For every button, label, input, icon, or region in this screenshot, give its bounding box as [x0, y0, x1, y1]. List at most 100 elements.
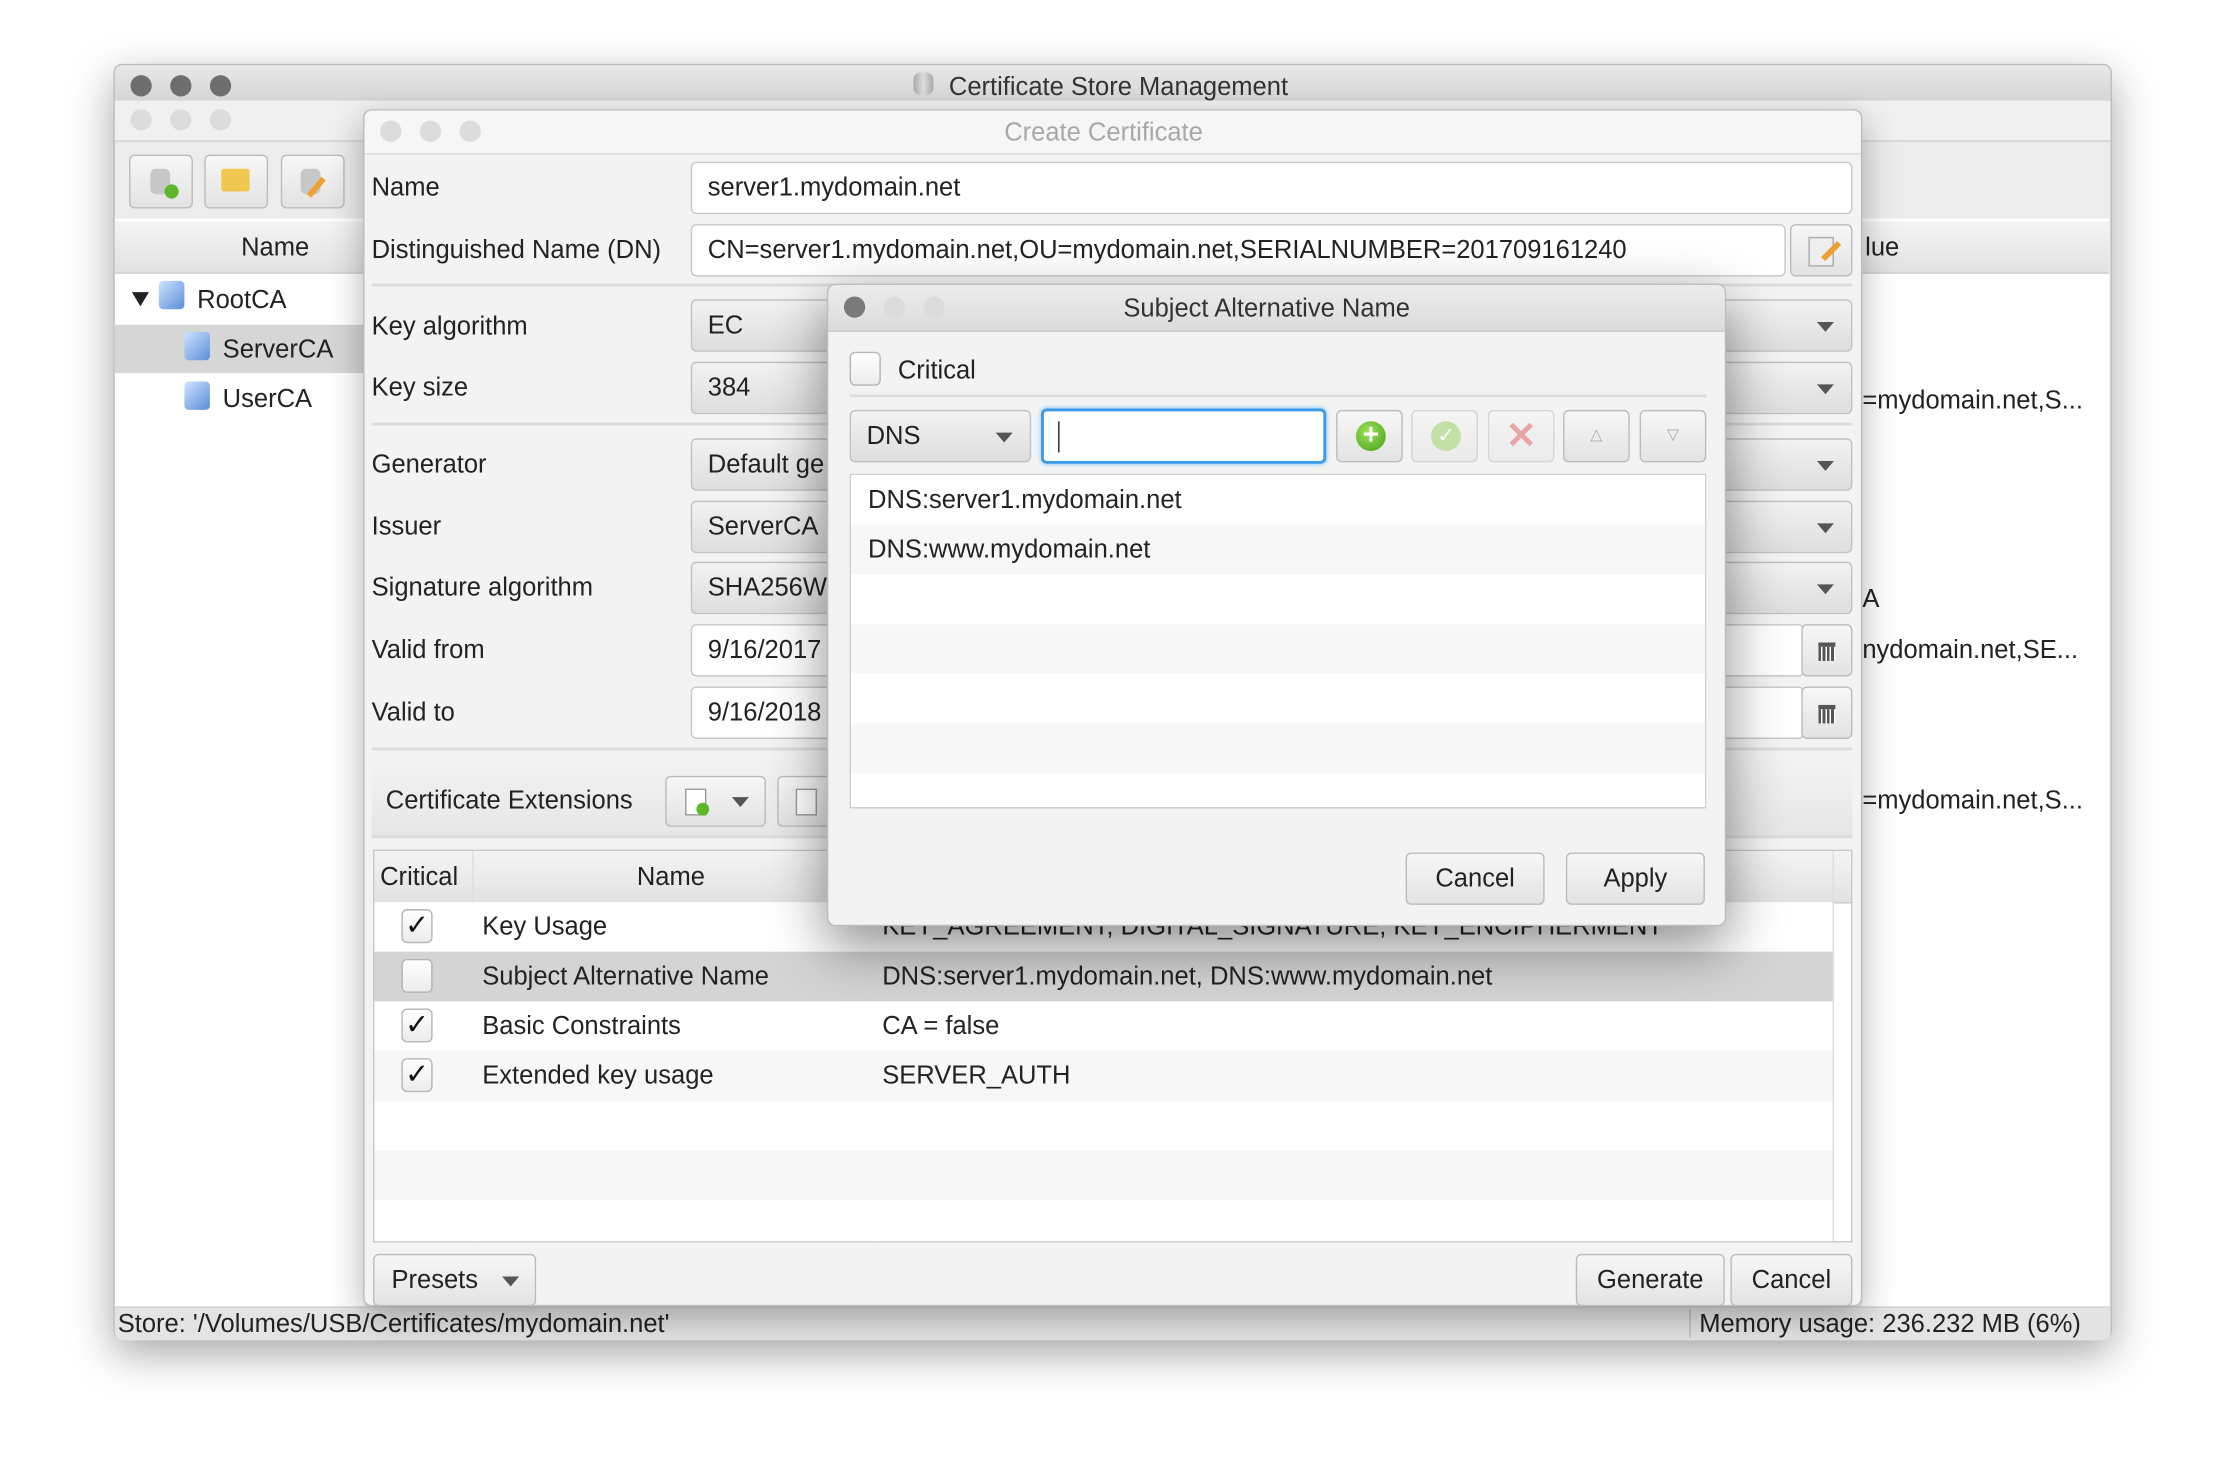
- critical-checkbox[interactable]: ✓: [401, 909, 433, 944]
- table-row[interactable]: ✓ Basic Constraints CA = false: [374, 1001, 1833, 1053]
- remove-entry-button[interactable]: ✕: [1487, 409, 1555, 463]
- main-window-title: Certificate Store Management: [948, 72, 1289, 101]
- arrow-up-icon: △: [1590, 426, 1603, 444]
- key-algorithm-value: EC: [707, 310, 744, 339]
- tree-item-userca[interactable]: UserCA: [223, 383, 312, 414]
- critical-checkbox[interactable]: ✓: [401, 1058, 433, 1093]
- calendar-icon: [1818, 642, 1836, 661]
- signature-algorithm-value: SHA256W: [707, 573, 827, 602]
- san-entry: DNS:server1.mydomain.net: [868, 485, 1182, 514]
- certificate-icon: [184, 381, 210, 410]
- value-header-label: lue: [1865, 232, 1900, 261]
- zoom-button[interactable]: [209, 75, 232, 97]
- name-type-select[interactable]: DNS: [849, 409, 1032, 463]
- extension-value: SERVER_AUTH: [882, 1060, 1071, 1090]
- chevron-down-icon: [1816, 384, 1834, 395]
- zoom-button[interactable]: [923, 296, 945, 318]
- column-header-name[interactable]: Name: [637, 861, 705, 892]
- critical-checkbox[interactable]: [401, 958, 433, 993]
- add-entry-button[interactable]: +: [1336, 409, 1403, 463]
- certificate-icon: [158, 280, 185, 310]
- list-item[interactable]: DNS:www.mydomain.net: [851, 524, 1705, 575]
- cancel-button[interactable]: Cancel: [1730, 1253, 1853, 1307]
- presets-label: Presets: [391, 1265, 479, 1294]
- close-button[interactable]: [380, 120, 402, 142]
- open-store-icon: [221, 168, 250, 192]
- dialog-title: Create Certificate: [1004, 117, 1203, 147]
- move-down-button[interactable]: ▽: [1639, 409, 1707, 463]
- valid-to-calendar-button[interactable]: [1801, 686, 1853, 739]
- san-cancel-button[interactable]: Cancel: [1405, 852, 1545, 905]
- empty-row: [374, 1100, 1833, 1152]
- edit-store-button[interactable]: [280, 154, 345, 209]
- column-header-critical[interactable]: Critical: [380, 861, 458, 892]
- tree-header[interactable]: Name: [114, 221, 365, 274]
- memory-usage-status: Memory usage: 236.232 MB (6%): [1699, 1309, 2081, 1338]
- chevron-down-icon: [995, 432, 1013, 443]
- dn-input[interactable]: CN=server1.mydomain.net,OU=mydomain.net,…: [690, 224, 1786, 277]
- critical-checkbox[interactable]: ✓: [401, 1008, 433, 1043]
- empty-row: [374, 1199, 1833, 1242]
- critical-checkbox[interactable]: [849, 351, 881, 386]
- tree-item-rootca[interactable]: RootCA: [197, 284, 286, 315]
- details-panel: [1862, 218, 2110, 1307]
- certificate-icon: [184, 331, 210, 361]
- minimize-button[interactable]: [883, 296, 905, 318]
- valid-to-label: Valid to: [371, 697, 455, 727]
- open-store-button[interactable]: [204, 154, 269, 209]
- generate-button[interactable]: Generate: [1575, 1253, 1725, 1307]
- chevron-down-icon: [1816, 523, 1834, 534]
- delete-icon: ✕: [1505, 414, 1537, 457]
- extension-value: DNS:server1.mydomain.net, DNS:www.mydoma…: [882, 961, 1493, 991]
- edit-dn-button[interactable]: [1789, 224, 1853, 277]
- zoom-button[interactable]: [459, 120, 481, 142]
- apply-button[interactable]: Apply: [1565, 852, 1705, 905]
- san-entry: DNS:www.mydomain.net: [868, 534, 1151, 564]
- tree-header-label: Name: [241, 232, 310, 261]
- plus-badge-icon: [164, 184, 179, 199]
- issuer-value: ServerCA: [707, 512, 819, 541]
- generator-value: Default ge: [707, 449, 825, 478]
- new-store-button[interactable]: [129, 154, 193, 209]
- empty-row: [851, 673, 1705, 724]
- san-value-input[interactable]: [1041, 408, 1327, 464]
- key-size-value: 384: [707, 373, 751, 402]
- inactive-zoom: [209, 109, 232, 131]
- key-algorithm-label: Key algorithm: [371, 312, 528, 341]
- close-button[interactable]: [843, 296, 866, 318]
- empty-row: [374, 1150, 1833, 1202]
- extension-name: Subject Alternative Name: [482, 961, 769, 991]
- chevron-down-icon: [731, 797, 749, 808]
- value-header[interactable]: lue: [1862, 221, 2110, 274]
- value-cell: =mydomain.net,S...: [1862, 785, 2083, 815]
- name-label: Name: [371, 173, 440, 202]
- tree-item-serverca[interactable]: ServerCA: [223, 333, 334, 364]
- column-divider: [1832, 851, 1834, 1242]
- presets-button[interactable]: Presets: [373, 1253, 537, 1307]
- calendar-icon: [1818, 704, 1836, 724]
- dn-label: Distinguished Name (DN): [371, 235, 662, 264]
- valid-from-calendar-button[interactable]: [1801, 624, 1853, 677]
- close-button[interactable]: [130, 75, 152, 97]
- subject-alternative-name-dialog: Subject Alternative Name Critical DNS + …: [826, 283, 1727, 927]
- san-dialog-title: Subject Alternative Name: [1123, 293, 1411, 322]
- table-row[interactable]: ✓ Extended key usage SERVER_AUTH: [374, 1051, 1833, 1103]
- key-size-label: Key size: [371, 373, 469, 402]
- table-row[interactable]: Subject Alternative Name DNS:server1.mydo…: [374, 951, 1833, 1003]
- list-item[interactable]: DNS:server1.mydomain.net: [851, 475, 1705, 525]
- empty-row: [851, 574, 1705, 625]
- minimize-button[interactable]: [419, 120, 442, 142]
- name-input[interactable]: server1.mydomain.net: [690, 161, 1853, 215]
- value-cell: A: [1862, 584, 1880, 613]
- san-entries-list[interactable]: DNS:server1.mydomain.net DNS:www.mydomain…: [849, 473, 1707, 809]
- status-divider: [1689, 1309, 1691, 1338]
- separator: [849, 394, 1707, 398]
- move-up-button[interactable]: △: [1563, 409, 1630, 463]
- minimize-button[interactable]: [170, 75, 192, 97]
- add-extension-button[interactable]: [665, 775, 766, 827]
- update-entry-button[interactable]: ✓: [1411, 409, 1478, 463]
- signature-algorithm-label: Signature algorithm: [371, 573, 594, 602]
- expand-triangle-icon[interactable]: [131, 292, 149, 307]
- issuer-label: Issuer: [371, 512, 442, 541]
- certificate-extensions-label: Certificate Extensions: [385, 785, 633, 815]
